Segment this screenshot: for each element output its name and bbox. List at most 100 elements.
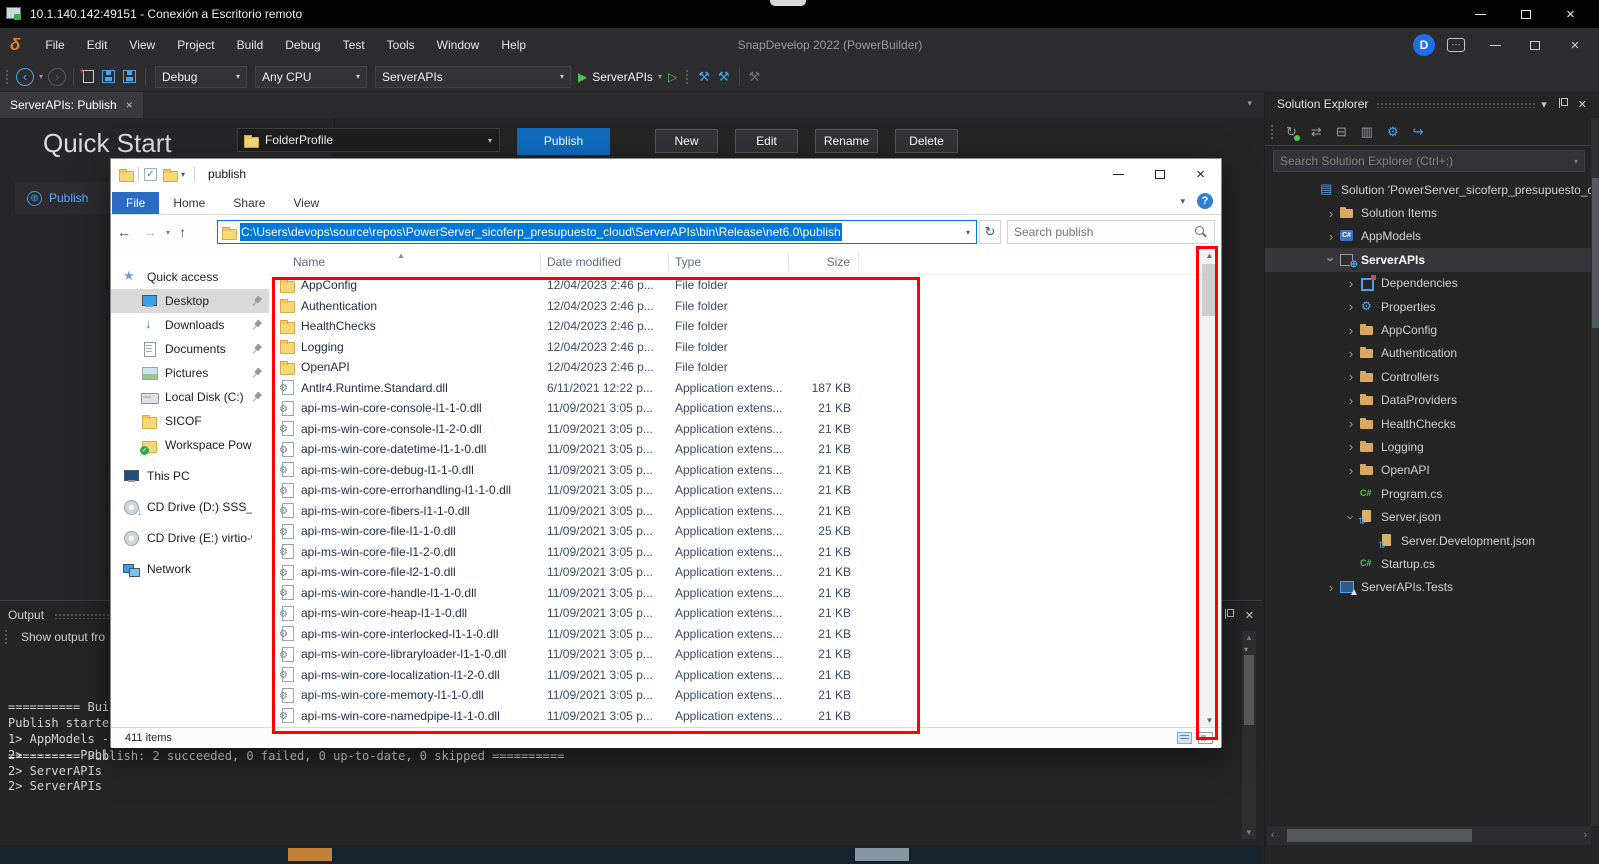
quickstart-publish-item[interactable]: ⊕ Publish bbox=[15, 182, 110, 214]
sync-with-active-document-icon[interactable]: ↪ bbox=[1413, 124, 1424, 140]
properties-wrench-icon[interactable]: ⚙ bbox=[1387, 124, 1399, 140]
tree-expander-icon[interactable] bbox=[1343, 369, 1359, 384]
nav-item[interactable]: Local Disk (C:) bbox=[111, 385, 269, 409]
tree-item[interactable]: ServerAPIs bbox=[1265, 248, 1591, 271]
scrollbar-thumb[interactable] bbox=[1592, 178, 1599, 328]
output-vertical-scrollbar[interactable]: ▲ ▼ bbox=[1242, 631, 1256, 839]
tree-item[interactable]: Logging bbox=[1265, 435, 1591, 458]
nav-item[interactable]: Quick access bbox=[111, 265, 269, 289]
nav-item[interactable]: Network bbox=[111, 557, 269, 581]
explorer-titlebar[interactable]: ✓ ▾ publish × bbox=[111, 159, 1221, 189]
menu-item[interactable]: File bbox=[34, 28, 75, 62]
collapse-ribbon-chevron-icon[interactable]: ▾ bbox=[1180, 196, 1185, 207]
tree-item[interactable]: Controllers bbox=[1265, 365, 1591, 388]
toolbar-drag-handle[interactable] bbox=[685, 69, 689, 85]
tree-item[interactable]: Dependencies bbox=[1265, 272, 1591, 295]
tree-expander-icon[interactable] bbox=[1343, 463, 1359, 478]
startup-project-combo[interactable]: ServerAPIs ▾ bbox=[375, 66, 571, 88]
properties-check-icon[interactable]: ✓ bbox=[144, 168, 157, 181]
navigate-back-dropdown-icon[interactable]: ▾ bbox=[39, 72, 43, 81]
tab-serverapis-publish[interactable]: ServerAPIs: Publish × bbox=[0, 92, 143, 118]
explorer-minimize-button[interactable] bbox=[1098, 159, 1139, 189]
tree-expander-icon[interactable] bbox=[1343, 393, 1359, 408]
refresh-icon[interactable]: ↻ bbox=[1286, 124, 1297, 140]
nav-item[interactable]: Desktop bbox=[111, 289, 269, 313]
tree-item[interactable]: ServerAPIs.Tests bbox=[1265, 576, 1591, 599]
column-header-type[interactable]: Type bbox=[669, 253, 789, 271]
tree-expander-icon[interactable] bbox=[1343, 276, 1359, 291]
publish-profile-combo[interactable]: FolderProfile ▾ bbox=[237, 128, 500, 152]
explorer-close-button[interactable]: × bbox=[1180, 159, 1221, 189]
tree-item[interactable]: Program.cs bbox=[1265, 482, 1591, 505]
menu-item[interactable]: Tools bbox=[376, 28, 426, 62]
run-without-debug-icon[interactable]: ▷ bbox=[668, 70, 677, 84]
profile-action-button[interactable]: New bbox=[655, 129, 718, 153]
tree-item[interactable]: Solution Items bbox=[1265, 201, 1591, 224]
collapse-all-icon[interactable]: ⊟ bbox=[1336, 124, 1347, 140]
solution-platform-combo[interactable]: Any CPU ▾ bbox=[255, 66, 367, 88]
save-icon[interactable] bbox=[102, 70, 115, 83]
nav-item[interactable]: SICOF bbox=[111, 409, 269, 433]
tab-close-icon[interactable]: × bbox=[126, 98, 133, 112]
profile-action-button[interactable]: Rename bbox=[815, 129, 878, 153]
chevron-down-icon[interactable]: ▾ bbox=[1541, 98, 1547, 111]
close-icon[interactable]: ✕ bbox=[1578, 98, 1587, 111]
tree-item[interactable]: Properties bbox=[1265, 295, 1591, 318]
menu-item[interactable]: Project bbox=[166, 28, 225, 62]
new-folder-icon[interactable] bbox=[163, 169, 177, 180]
navigate-back-icon[interactable]: ‹ bbox=[16, 68, 34, 86]
scroll-right-icon[interactable]: › bbox=[1583, 829, 1587, 841]
nav-item[interactable]: Pictures bbox=[111, 361, 269, 385]
tree-item[interactable]: Server.Development.json bbox=[1265, 529, 1591, 552]
solution-explorer-horizontal-scrollbar[interactable]: ‹ › bbox=[1267, 826, 1591, 845]
tree-expander-icon[interactable] bbox=[1343, 323, 1359, 338]
navigate-forward-icon[interactable]: › bbox=[48, 68, 66, 86]
column-header-size[interactable]: Size bbox=[789, 253, 859, 271]
ide-minimize-button[interactable] bbox=[1475, 28, 1515, 62]
nav-item[interactable]: CD Drive (D:) SSS_X64 bbox=[111, 495, 269, 519]
menu-item[interactable]: Test bbox=[332, 28, 376, 62]
tree-expander-icon[interactable] bbox=[1343, 346, 1359, 361]
explorer-maximize-button[interactable] bbox=[1139, 159, 1180, 189]
close-icon[interactable]: ✕ bbox=[1245, 609, 1254, 622]
rdp-pin-handle[interactable] bbox=[770, 0, 806, 6]
pin-icon[interactable] bbox=[1559, 98, 1566, 111]
profile-action-button[interactable]: Edit bbox=[735, 129, 798, 153]
chevron-down-icon[interactable]: ▾ bbox=[658, 72, 662, 81]
menu-item[interactable]: Debug bbox=[274, 28, 331, 62]
recent-locations-chevron-icon[interactable]: ▾ bbox=[166, 228, 170, 237]
tree-item[interactable]: OpenAPI bbox=[1265, 459, 1591, 482]
help-icon[interactable]: ? bbox=[1197, 193, 1213, 209]
run-target-label[interactable]: ServerAPIs bbox=[592, 70, 653, 84]
scrollbar-thumb[interactable] bbox=[1287, 829, 1472, 842]
tree-item[interactable]: AppModels bbox=[1265, 225, 1591, 248]
menu-item[interactable]: Build bbox=[226, 28, 275, 62]
tree-item[interactable]: HealthChecks bbox=[1265, 412, 1591, 435]
build-project-hammer-icon[interactable]: ⚒ bbox=[718, 69, 730, 85]
search-icon[interactable] bbox=[1194, 225, 1208, 239]
refresh-icon[interactable]: ↻ bbox=[979, 220, 1001, 244]
scroll-left-icon[interactable]: ‹ bbox=[1271, 829, 1275, 841]
ide-close-button[interactable]: × bbox=[1555, 28, 1595, 62]
nav-item[interactable]: Documents bbox=[111, 337, 269, 361]
scroll-up-icon[interactable]: ▲ bbox=[1242, 633, 1256, 642]
user-avatar[interactable]: D bbox=[1413, 34, 1435, 56]
menu-item[interactable]: Help bbox=[490, 28, 537, 62]
solution-config-combo[interactable]: Debug ▾ bbox=[155, 66, 247, 88]
customize-qat-chevron-icon[interactable]: ▾ bbox=[181, 170, 185, 179]
explorer-search-input[interactable] bbox=[1008, 225, 1194, 239]
tree-item[interactable]: AppConfig bbox=[1265, 318, 1591, 341]
profile-action-button[interactable]: Delete bbox=[895, 129, 958, 153]
ribbon-tab[interactable]: File bbox=[112, 192, 159, 214]
ribbon-tab[interactable]: Share bbox=[219, 192, 279, 214]
tree-item[interactable]: Server.json bbox=[1265, 505, 1591, 528]
tree-expander-icon[interactable] bbox=[1323, 206, 1339, 221]
menu-item[interactable]: Window bbox=[426, 28, 491, 62]
show-output-from-label[interactable]: Show output fro bbox=[21, 630, 105, 644]
chevron-down-icon[interactable]: ▾ bbox=[1244, 645, 1248, 654]
feedback-icon[interactable]: ··· bbox=[1447, 38, 1465, 52]
scrollbar-thumb[interactable] bbox=[1244, 655, 1254, 725]
properties-pages-icon[interactable]: ▥ bbox=[1361, 124, 1373, 140]
ide-restore-button[interactable] bbox=[1515, 28, 1555, 62]
run-icon[interactable]: ▶ bbox=[578, 70, 587, 84]
